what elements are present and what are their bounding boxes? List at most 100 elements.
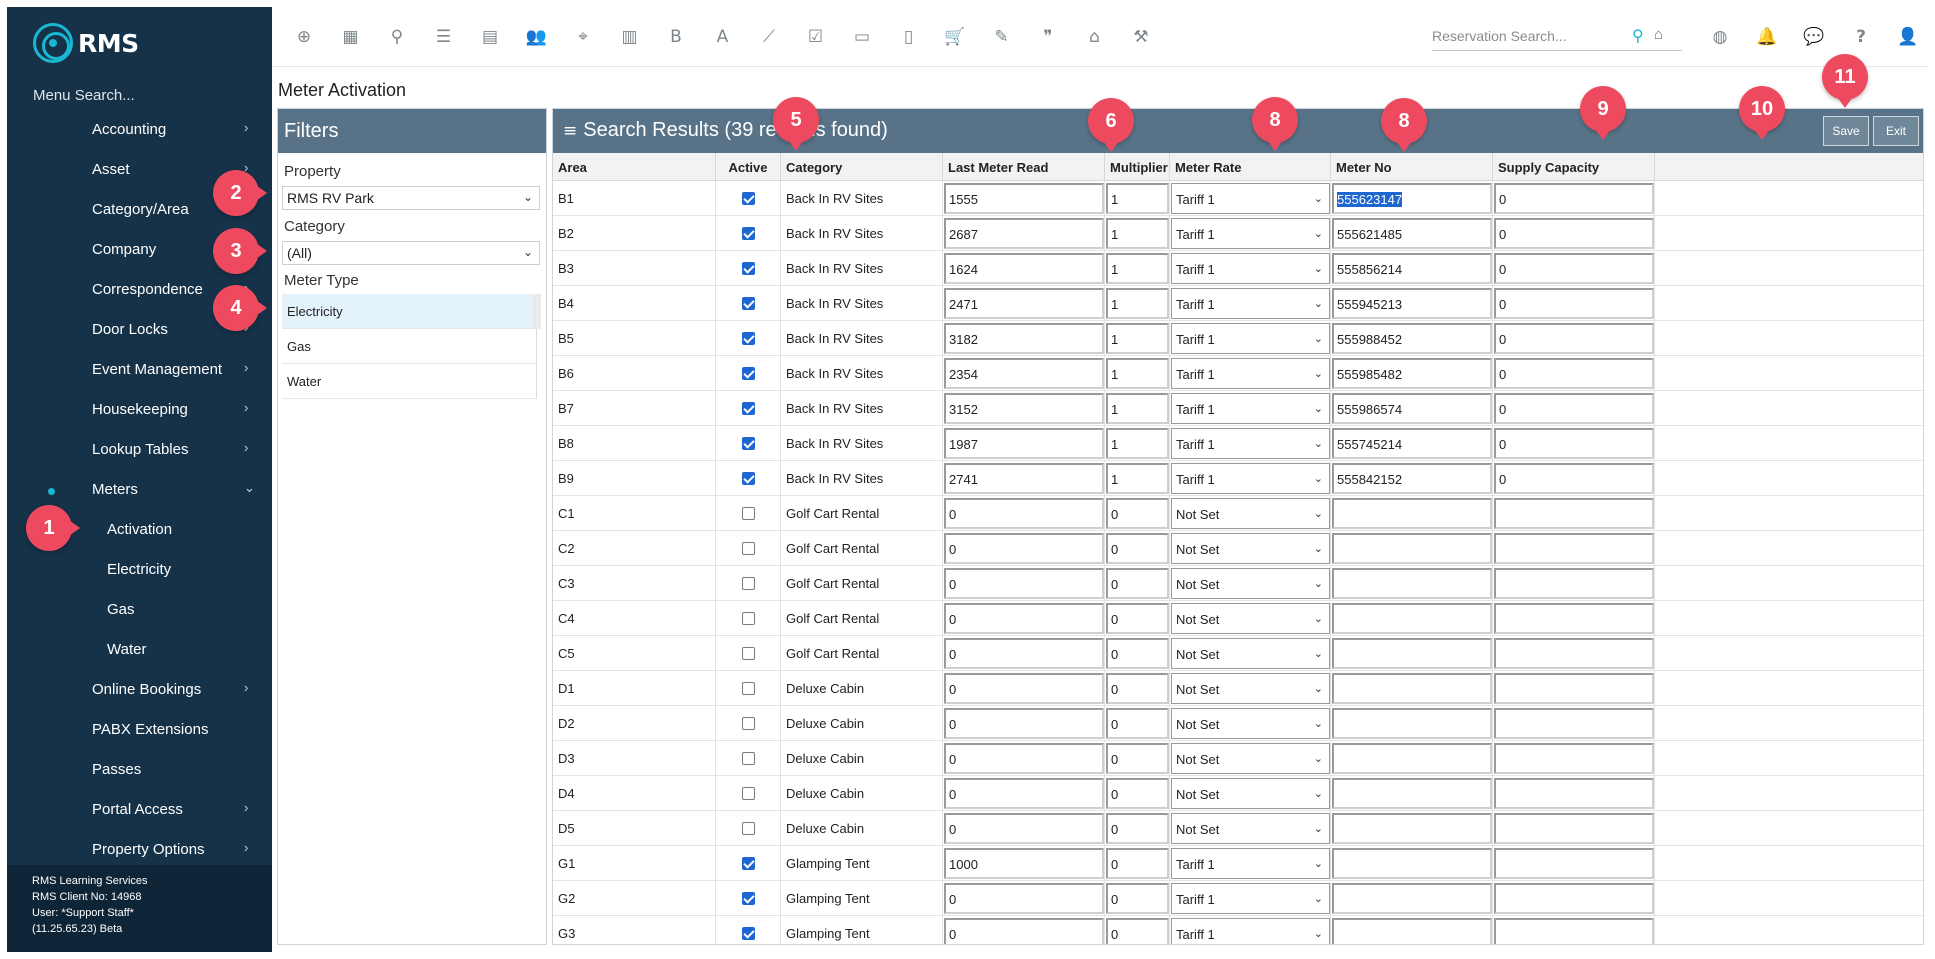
supply-capacity-input[interactable] bbox=[1494, 848, 1654, 879]
last-meter-read-input[interactable]: 2741 bbox=[944, 463, 1104, 494]
supply-capacity-input[interactable]: 0 bbox=[1494, 253, 1654, 284]
meter-rate-select[interactable]: Tariff 1 ⌄ bbox=[1171, 848, 1330, 879]
col-last-meter-read-header[interactable]: Last Meter Read bbox=[943, 153, 1105, 181]
supply-capacity-input[interactable] bbox=[1494, 603, 1654, 634]
active-checkbox[interactable] bbox=[741, 857, 755, 871]
last-meter-read-input[interactable]: 0 bbox=[944, 673, 1104, 704]
id-card-icon[interactable]: ▭ bbox=[849, 25, 875, 49]
supply-capacity-input[interactable] bbox=[1494, 918, 1654, 944]
col-supply-capacity-header[interactable]: Supply Capacity bbox=[1493, 153, 1655, 181]
sliders-icon[interactable]: ☰ bbox=[431, 25, 457, 49]
multiplier-input[interactable]: 0 bbox=[1106, 848, 1169, 879]
last-meter-read-input[interactable]: 3152 bbox=[944, 393, 1104, 424]
col-meter-no-header[interactable]: Meter No bbox=[1331, 153, 1493, 181]
hammer-icon[interactable]: ⚒ bbox=[1128, 25, 1154, 49]
active-checkbox[interactable] bbox=[741, 262, 755, 276]
active-checkbox[interactable] bbox=[741, 367, 755, 381]
supply-capacity-input[interactable]: 0 bbox=[1494, 463, 1654, 494]
signature-icon[interactable]: ✎ bbox=[989, 25, 1015, 49]
supply-capacity-input[interactable] bbox=[1494, 708, 1654, 739]
active-checkbox[interactable] bbox=[741, 682, 755, 696]
active-checkbox[interactable] bbox=[741, 752, 755, 766]
supply-capacity-input[interactable] bbox=[1494, 743, 1654, 774]
active-checkbox[interactable] bbox=[741, 332, 755, 346]
meter-no-input[interactable] bbox=[1332, 778, 1492, 809]
supply-capacity-input[interactable] bbox=[1494, 533, 1654, 564]
last-meter-read-input[interactable]: 1987 bbox=[944, 428, 1104, 459]
supply-capacity-input[interactable] bbox=[1494, 813, 1654, 844]
user-icon[interactable]: 👤 bbox=[1895, 25, 1921, 49]
meter-no-input[interactable] bbox=[1332, 918, 1492, 944]
meter-type-item[interactable]: Electricity bbox=[282, 294, 536, 329]
supply-capacity-input[interactable] bbox=[1494, 673, 1654, 704]
multiplier-input[interactable]: 0 bbox=[1106, 778, 1169, 809]
active-checkbox[interactable] bbox=[741, 402, 755, 416]
meter-no-input[interactable] bbox=[1332, 708, 1492, 739]
last-meter-read-input[interactable]: 0 bbox=[944, 498, 1104, 529]
active-checkbox[interactable] bbox=[741, 577, 755, 591]
reservation-search-input[interactable] bbox=[1432, 25, 1622, 47]
meter-type-item[interactable]: Gas bbox=[282, 329, 536, 364]
chart-icon[interactable]: ⟋ bbox=[756, 25, 782, 49]
meter-no-input[interactable] bbox=[1332, 743, 1492, 774]
sidebar-item[interactable]: Electricity bbox=[7, 552, 272, 592]
meter-no-input[interactable] bbox=[1332, 848, 1492, 879]
last-meter-read-input[interactable]: 0 bbox=[944, 813, 1104, 844]
meter-rate-select[interactable]: Not Set ⌄ bbox=[1171, 708, 1330, 739]
meter-no-input[interactable]: 555986574 bbox=[1332, 393, 1492, 424]
sidebar-item[interactable]: Water bbox=[7, 632, 272, 672]
bell-icon[interactable]: 🔔 bbox=[1754, 25, 1780, 49]
multiplier-input[interactable]: 0 bbox=[1106, 638, 1169, 669]
last-meter-read-input[interactable]: 0 bbox=[944, 603, 1104, 634]
active-checkbox[interactable] bbox=[741, 472, 755, 486]
last-meter-read-input[interactable]: 2354 bbox=[944, 358, 1104, 389]
supply-capacity-input[interactable] bbox=[1494, 778, 1654, 809]
last-meter-read-input[interactable]: 1624 bbox=[944, 253, 1104, 284]
col-meter-rate-header[interactable]: Meter Rate bbox=[1170, 153, 1331, 181]
meter-rate-select[interactable]: Tariff 1 ⌄ bbox=[1171, 918, 1330, 944]
active-checkbox[interactable] bbox=[741, 717, 755, 731]
meter-no-input[interactable]: 555945213 bbox=[1332, 288, 1492, 319]
meter-rate-select[interactable]: Tariff 1 ⌄ bbox=[1171, 358, 1330, 389]
col-area-header[interactable]: Area bbox=[553, 153, 716, 181]
meter-rate-select[interactable]: Not Set ⌄ bbox=[1171, 673, 1330, 704]
meter-no-input[interactable]: 555842152 bbox=[1332, 463, 1492, 494]
active-checkbox[interactable] bbox=[741, 437, 755, 451]
meter-no-input[interactable]: 555988452 bbox=[1332, 323, 1492, 354]
multiplier-input[interactable]: 0 bbox=[1106, 813, 1169, 844]
help-icon[interactable]: ? bbox=[1848, 25, 1874, 49]
category-select[interactable]: (All) ⌄ bbox=[282, 241, 540, 265]
chat-icon[interactable]: 💬 bbox=[1801, 25, 1827, 49]
meter-rate-select[interactable]: Tariff 1 ⌄ bbox=[1171, 393, 1330, 424]
sidebar-item[interactable]: Accounting › bbox=[7, 112, 272, 152]
sidebar-item[interactable]: Passes bbox=[7, 752, 272, 792]
sidebar-item[interactable]: Online Bookings › bbox=[7, 672, 272, 712]
meter-rate-select[interactable]: Not Set ⌄ bbox=[1171, 813, 1330, 844]
last-meter-read-input[interactable]: 0 bbox=[944, 778, 1104, 809]
multiplier-input[interactable]: 1 bbox=[1106, 323, 1169, 354]
supply-capacity-input[interactable]: 0 bbox=[1494, 393, 1654, 424]
meter-no-input[interactable] bbox=[1332, 568, 1492, 599]
supply-capacity-input[interactable]: 0 bbox=[1494, 428, 1654, 459]
supply-capacity-input[interactable] bbox=[1494, 638, 1654, 669]
active-checkbox[interactable] bbox=[741, 542, 755, 556]
multiplier-input[interactable]: 0 bbox=[1106, 883, 1169, 914]
meter-no-input[interactable]: 555856214 bbox=[1332, 253, 1492, 284]
supply-capacity-input[interactable]: 0 bbox=[1494, 183, 1654, 214]
document-icon[interactable]: ▯ bbox=[896, 25, 922, 49]
meter-rate-select[interactable]: Tariff 1 ⌄ bbox=[1171, 253, 1330, 284]
last-meter-read-input[interactable]: 0 bbox=[944, 533, 1104, 564]
last-meter-read-input[interactable]: 2687 bbox=[944, 218, 1104, 249]
multiplier-input[interactable]: 0 bbox=[1106, 498, 1169, 529]
meter-rate-select[interactable]: Tariff 1 ⌄ bbox=[1171, 883, 1330, 914]
map-icon[interactable]: ▥ bbox=[617, 25, 643, 49]
multiplier-input[interactable]: 1 bbox=[1106, 358, 1169, 389]
multiplier-input[interactable]: 1 bbox=[1106, 463, 1169, 494]
col-category-header[interactable]: Category bbox=[781, 153, 943, 181]
meter-no-input[interactable] bbox=[1332, 498, 1492, 529]
save-button[interactable]: Save bbox=[1823, 116, 1869, 146]
meter-rate-select[interactable]: Not Set ⌄ bbox=[1171, 568, 1330, 599]
menu-search[interactable]: Menu Search... bbox=[33, 87, 135, 104]
meter-rate-select[interactable]: Not Set ⌄ bbox=[1171, 638, 1330, 669]
font-icon[interactable]: A bbox=[710, 25, 736, 49]
